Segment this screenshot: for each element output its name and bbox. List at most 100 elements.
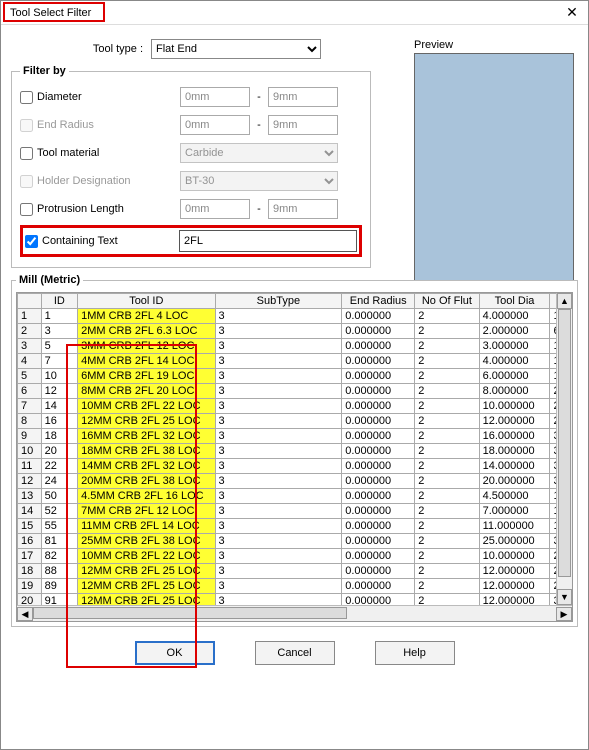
table-row[interactable]: 155511MM CRB 2FL 14 LOC30.000000211.0000… xyxy=(18,519,572,534)
tool-id-cell[interactable]: 20MM CRB 2FL 38 LOC xyxy=(78,474,215,489)
table-row[interactable]: 13504.5MM CRB 2FL 16 LOC30.00000024.5000… xyxy=(18,489,572,504)
table-row[interactable]: 178210MM CRB 2FL 22 LOC30.000000210.0000… xyxy=(18,549,572,564)
table-row[interactable]: 112214MM CRB 2FL 32 LOC30.000000214.0000… xyxy=(18,459,572,474)
cell[interactable]: 3 xyxy=(215,399,342,414)
cell[interactable]: 10 xyxy=(41,369,78,384)
cell[interactable]: 8.000000 xyxy=(479,384,550,399)
cell[interactable]: 89 xyxy=(41,579,78,594)
cell[interactable]: 17 xyxy=(18,549,42,564)
cell[interactable]: 3 xyxy=(215,444,342,459)
cell[interactable]: 5 xyxy=(41,339,78,354)
protrusion-to[interactable] xyxy=(268,199,338,219)
cell[interactable]: 2 xyxy=(415,489,479,504)
horizontal-scrollbar[interactable]: ◀ ▶ xyxy=(17,605,572,621)
cell[interactable]: 16 xyxy=(18,534,42,549)
cell[interactable]: 0.000000 xyxy=(342,534,415,549)
table-row[interactable]: 6128MM CRB 2FL 20 LOC30.00000028.0000002… xyxy=(18,384,572,399)
diameter-from[interactable] xyxy=(180,87,250,107)
tool-id-cell[interactable]: 10MM CRB 2FL 22 LOC xyxy=(78,549,215,564)
cell[interactable]: 20.000000 xyxy=(479,474,550,489)
cell[interactable]: 6.000000 xyxy=(479,369,550,384)
cell[interactable]: 1 xyxy=(18,309,42,324)
ok-button[interactable]: OK xyxy=(135,641,215,665)
col-header[interactable]: ID xyxy=(41,294,78,309)
cell[interactable]: 52 xyxy=(41,504,78,519)
cell[interactable]: 2 xyxy=(415,309,479,324)
cell[interactable]: 2 xyxy=(415,384,479,399)
cell[interactable]: 2 xyxy=(18,324,42,339)
protrusion-checkbox[interactable] xyxy=(20,203,33,216)
cell[interactable]: 10 xyxy=(18,444,42,459)
cell[interactable]: 14 xyxy=(41,399,78,414)
cell[interactable]: 0.000000 xyxy=(342,519,415,534)
col-header[interactable]: No Of Flut xyxy=(415,294,479,309)
cell[interactable]: 82 xyxy=(41,549,78,564)
cell[interactable]: 88 xyxy=(41,564,78,579)
cell[interactable]: 2 xyxy=(415,324,479,339)
cell[interactable]: 7 xyxy=(41,354,78,369)
cell[interactable]: 0.000000 xyxy=(342,384,415,399)
cell[interactable]: 24 xyxy=(41,474,78,489)
table-row[interactable]: 71410MM CRB 2FL 22 LOC30.000000210.00000… xyxy=(18,399,572,414)
cell[interactable]: 12.000000 xyxy=(479,564,550,579)
cell[interactable]: 0.000000 xyxy=(342,399,415,414)
tool-id-cell[interactable]: 18MM CRB 2FL 38 LOC xyxy=(78,444,215,459)
cell[interactable]: 11 xyxy=(18,459,42,474)
vscroll-thumb[interactable] xyxy=(558,309,571,577)
cell[interactable]: 0.000000 xyxy=(342,354,415,369)
cell[interactable]: 4.000000 xyxy=(479,354,550,369)
diameter-checkbox[interactable] xyxy=(20,91,33,104)
cell[interactable]: 10.000000 xyxy=(479,549,550,564)
cell[interactable]: 20 xyxy=(41,444,78,459)
cell[interactable]: 14 xyxy=(18,504,42,519)
diameter-to[interactable] xyxy=(268,87,338,107)
table-row[interactable]: 5106MM CRB 2FL 19 LOC30.00000026.0000001… xyxy=(18,369,572,384)
close-icon[interactable]: ✕ xyxy=(562,4,582,21)
tool-table[interactable]: IDTool IDSubTypeEnd RadiusNo Of FlutTool… xyxy=(17,293,572,609)
col-header[interactable] xyxy=(18,294,42,309)
scroll-left-icon[interactable]: ◀ xyxy=(17,607,33,621)
tool-material-checkbox[interactable] xyxy=(20,147,33,160)
cell[interactable]: 2 xyxy=(415,354,479,369)
col-header[interactable]: Tool Dia xyxy=(479,294,550,309)
cell[interactable]: 2 xyxy=(415,564,479,579)
cell[interactable]: 0.000000 xyxy=(342,414,415,429)
hscroll-thumb[interactable] xyxy=(33,607,347,619)
tool-id-cell[interactable]: 4.5MM CRB 2FL 16 LOC xyxy=(78,489,215,504)
cell[interactable]: 19 xyxy=(18,579,42,594)
cell[interactable]: 3 xyxy=(215,474,342,489)
tool-id-cell[interactable]: 14MM CRB 2FL 32 LOC xyxy=(78,459,215,474)
cell[interactable]: 16.000000 xyxy=(479,429,550,444)
cell[interactable]: 2 xyxy=(415,534,479,549)
tool-material-check[interactable]: Tool material xyxy=(20,147,180,160)
cell[interactable]: 0.000000 xyxy=(342,579,415,594)
col-header[interactable]: End Radius xyxy=(342,294,415,309)
cell[interactable]: 3 xyxy=(18,339,42,354)
cell[interactable]: 0.000000 xyxy=(342,324,415,339)
cell[interactable]: 25.000000 xyxy=(479,534,550,549)
cell[interactable]: 3 xyxy=(215,519,342,534)
table-row[interactable]: 474MM CRB 2FL 14 LOC30.00000024.00000014 xyxy=(18,354,572,369)
containing-text-input[interactable] xyxy=(179,230,357,252)
cell[interactable]: 12 xyxy=(18,474,42,489)
cell[interactable]: 4.500000 xyxy=(479,489,550,504)
tool-id-cell[interactable]: 1MM CRB 2FL 4 LOC xyxy=(78,309,215,324)
tool-id-cell[interactable]: 25MM CRB 2FL 38 LOC xyxy=(78,534,215,549)
tool-id-cell[interactable]: 11MM CRB 2FL 14 LOC xyxy=(78,519,215,534)
protrusion-from[interactable] xyxy=(180,199,250,219)
tool-id-cell[interactable]: 16MM CRB 2FL 32 LOC xyxy=(78,429,215,444)
cell[interactable]: 2.000000 xyxy=(479,324,550,339)
tool-id-cell[interactable]: 12MM CRB 2FL 25 LOC xyxy=(78,414,215,429)
cell[interactable]: 18 xyxy=(41,429,78,444)
cell[interactable]: 2 xyxy=(415,444,479,459)
cell[interactable]: 3 xyxy=(41,324,78,339)
cell[interactable]: 6 xyxy=(18,384,42,399)
cell[interactable]: 0.000000 xyxy=(342,549,415,564)
cell[interactable]: 3 xyxy=(215,459,342,474)
cell[interactable]: 0.000000 xyxy=(342,339,415,354)
cell[interactable]: 3.000000 xyxy=(479,339,550,354)
cell[interactable]: 3 xyxy=(215,534,342,549)
cell[interactable]: 18 xyxy=(18,564,42,579)
cell[interactable]: 4.000000 xyxy=(479,309,550,324)
cell[interactable]: 2 xyxy=(415,504,479,519)
